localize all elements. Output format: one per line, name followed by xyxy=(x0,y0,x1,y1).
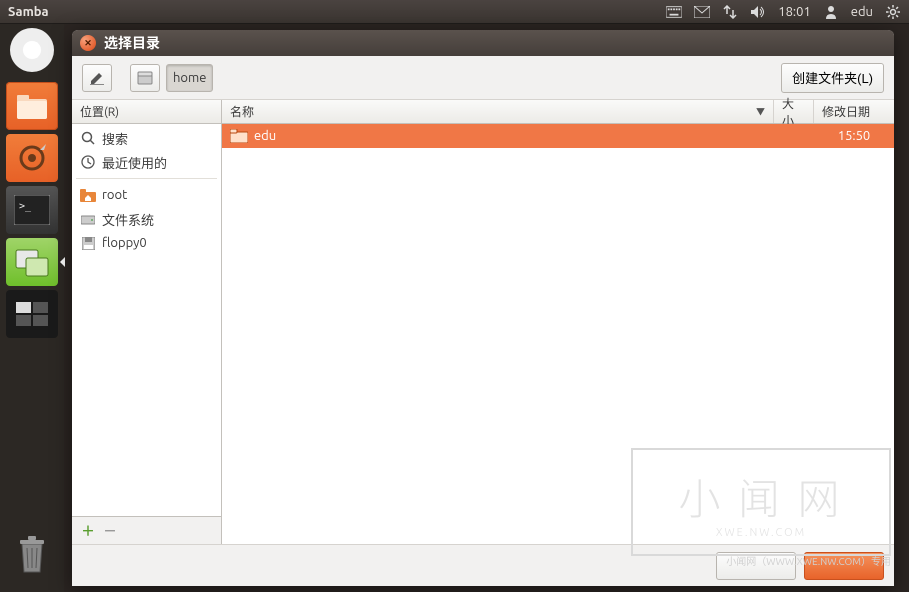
top-panel: Samba 18:01 edu xyxy=(0,0,909,24)
recent-icon xyxy=(80,154,96,170)
sidebar-separator xyxy=(76,178,217,179)
path-home-button[interactable]: home xyxy=(166,64,213,92)
volume-icon[interactable] xyxy=(750,4,766,20)
places-footer: ＋ － xyxy=(72,516,221,544)
launcher: >_ xyxy=(0,24,64,592)
sidebar-item-root[interactable]: root xyxy=(72,183,221,207)
launcher-workspace-icon[interactable] xyxy=(6,290,58,338)
mail-icon[interactable] xyxy=(694,4,710,20)
path-root-button[interactable] xyxy=(130,64,160,92)
sidebar-item-label: root xyxy=(102,188,127,202)
dialog-titlebar[interactable]: ✕ 选择目录 xyxy=(72,30,894,56)
column-size[interactable]: 大小 xyxy=(774,100,814,123)
remove-bookmark-button[interactable]: － xyxy=(102,523,118,539)
sidebar-item-label: 搜索 xyxy=(102,129,128,148)
edit-path-button[interactable] xyxy=(82,64,112,92)
places-header[interactable]: 位置(R) xyxy=(72,100,221,124)
panel-time[interactable]: 18:01 xyxy=(778,5,811,19)
cancel-button[interactable] xyxy=(716,552,796,580)
close-icon[interactable]: ✕ xyxy=(80,35,96,51)
system-tray: 18:01 edu xyxy=(666,4,901,20)
gear-icon[interactable] xyxy=(885,4,901,20)
file-list-body[interactable]: edu 15:50 xyxy=(222,124,894,544)
dialog-footer xyxy=(72,544,894,586)
launcher-terminal-icon[interactable]: >_ xyxy=(6,186,58,234)
floppy-icon xyxy=(80,235,96,251)
network-icon[interactable] xyxy=(722,4,738,20)
launcher-settings-icon[interactable] xyxy=(6,134,58,182)
sidebar-item-label: 最近使用的 xyxy=(102,153,167,172)
column-date[interactable]: 修改日期 xyxy=(814,100,894,123)
launcher-files-icon[interactable] xyxy=(6,82,58,130)
file-list-header: 名称 ▼ 大小 修改日期 xyxy=(222,100,894,124)
add-bookmark-button[interactable]: ＋ xyxy=(80,523,96,539)
panel-user[interactable]: edu xyxy=(851,5,873,19)
column-name[interactable]: 名称 ▼ xyxy=(222,100,774,123)
sidebar-item-label: 文件系统 xyxy=(102,210,154,229)
file-name: edu xyxy=(254,129,276,143)
sidebar-item-floppy[interactable]: floppy0 xyxy=(72,231,221,255)
sort-descending-icon: ▼ xyxy=(756,105,765,118)
drive-icon xyxy=(80,211,96,227)
sidebar-item-filesystem[interactable]: 文件系统 xyxy=(72,207,221,231)
sidebar-item-recent[interactable]: 最近使用的 xyxy=(72,150,221,174)
open-button[interactable] xyxy=(804,552,884,580)
svg-text:>_: >_ xyxy=(19,201,32,212)
home-folder-icon xyxy=(80,187,96,203)
sidebar-item-label: floppy0 xyxy=(102,236,147,250)
sidebar-item-search[interactable]: 搜索 xyxy=(72,126,221,150)
places-sidebar: 位置(R) 搜索 最近使用的 xyxy=(72,100,222,544)
create-folder-button[interactable]: 创建文件夹(L) xyxy=(781,63,884,93)
file-row[interactable]: edu 15:50 xyxy=(222,124,894,148)
file-date: 15:50 xyxy=(814,129,894,143)
keyboard-icon[interactable] xyxy=(666,4,682,20)
file-list: 名称 ▼ 大小 修改日期 edu 15:50 xyxy=(222,100,894,544)
folder-icon xyxy=(230,129,248,143)
launcher-dash-icon[interactable] xyxy=(10,28,54,72)
search-icon xyxy=(80,130,96,146)
dialog-toolbar: home 创建文件夹(L) xyxy=(72,56,894,100)
user-icon xyxy=(823,4,839,20)
dialog-title: 选择目录 xyxy=(104,33,160,53)
launcher-samba-icon[interactable] xyxy=(6,238,58,286)
panel-app-name: Samba xyxy=(8,5,49,19)
launcher-trash-icon[interactable] xyxy=(10,528,54,580)
file-chooser-dialog: ✕ 选择目录 home 创建文件夹(L) 位置(R) 搜索 xyxy=(72,30,894,586)
